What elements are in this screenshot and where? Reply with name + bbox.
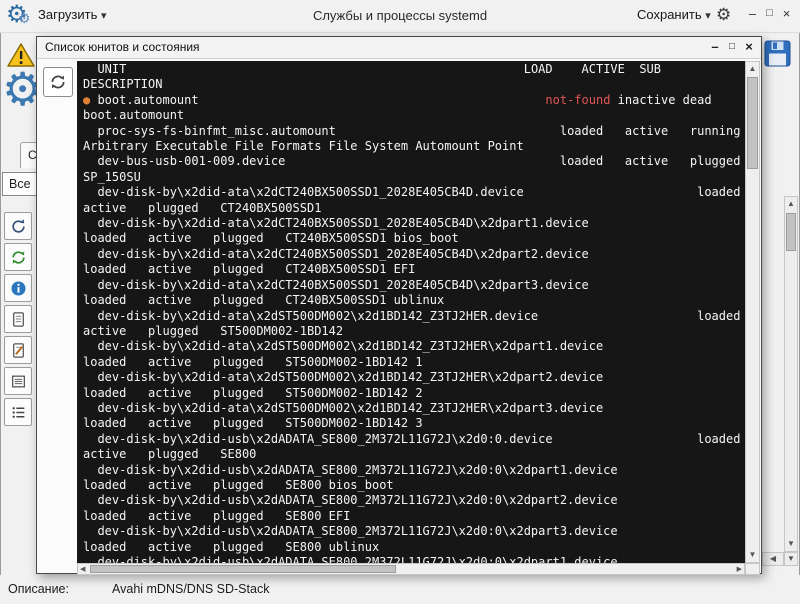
refresh-icon [10,249,27,266]
terminal-vertical-scrollbar-thumb[interactable] [747,77,758,169]
floppy-disk-icon [764,40,791,67]
list-button[interactable] [4,367,32,395]
description-label: Описание: [8,582,69,596]
close-button[interactable]: × [779,6,794,21]
chevron-down-icon: ▾ [705,10,711,22]
dialog-close-button[interactable]: × [741,39,757,54]
document-button[interactable] [4,305,32,333]
detailed-list-icon [10,404,27,421]
list-icon [10,373,27,390]
info-icon [10,280,27,297]
settings-gear-button[interactable]: ⚙ [716,5,731,25]
dialog-refresh-button[interactable] [43,67,73,97]
terminal-horizontal-scrollbar: ◀ ▶ [77,563,745,575]
scroll-up-icon[interactable]: ▲ [785,198,797,210]
detailed-list-button[interactable] [4,398,32,426]
info-button[interactable] [4,274,32,302]
minimize-button[interactable]: – [745,6,760,21]
scroll-left-icon[interactable]: ◀ [80,564,85,575]
document-edit-button[interactable] [4,336,32,364]
dialog-title: Список юнитов и состояния [45,40,200,54]
refresh-icon [49,73,67,91]
terminal-vertical-scrollbar: ▲ ▼ [745,61,760,563]
main-vertical-scrollbar: ▲ ▼ [784,196,798,552]
save-button-label: Сохранить [637,7,702,22]
main-vertical-scrollbar-thumb[interactable] [786,213,796,251]
description-value: Avahi mDNS/DNS SD-Stack [112,582,269,596]
units-dialog: Список юнитов и состояния – □ × UNIT LOA… [36,36,762,574]
main-horizontal-scroll-left-button[interactable]: ◀ [762,552,784,566]
statusbar: Описание: Avahi mDNS/DNS SD-Stack [0,575,800,604]
main-vertical-scroll-down-button[interactable]: ▼ [784,552,798,566]
scroll-up-icon[interactable]: ▲ [746,63,759,75]
history-reload-icon [10,218,27,235]
terminal-horizontal-scrollbar-thumb[interactable] [90,565,396,573]
document-icon [10,311,27,328]
dialog-titlebar[interactable]: Список юнитов и состояния – □ × [37,37,761,59]
save-button[interactable]: Сохранить ▾ [637,7,711,22]
terminal-output[interactable]: UNIT LOAD ACTIVE SUBDESCRIPTION● boot.au… [77,61,745,563]
scrollbar-corner [745,563,760,575]
main-titlebar: ⚙ ⚙ Загрузить ▾ Службы и процессы system… [0,0,800,33]
save-file-button[interactable] [762,38,792,68]
scroll-right-icon[interactable]: ▶ [737,564,742,575]
refresh-button[interactable] [4,243,32,271]
document-edit-icon [10,342,27,359]
maximize-button[interactable]: □ [762,6,777,19]
history-reload-button[interactable] [4,212,32,240]
scroll-down-icon[interactable]: ▼ [746,549,759,561]
dialog-minimize-button[interactable]: – [707,39,723,54]
scroll-down-icon[interactable]: ▼ [785,538,797,550]
dialog-maximize-button[interactable]: □ [724,39,740,52]
